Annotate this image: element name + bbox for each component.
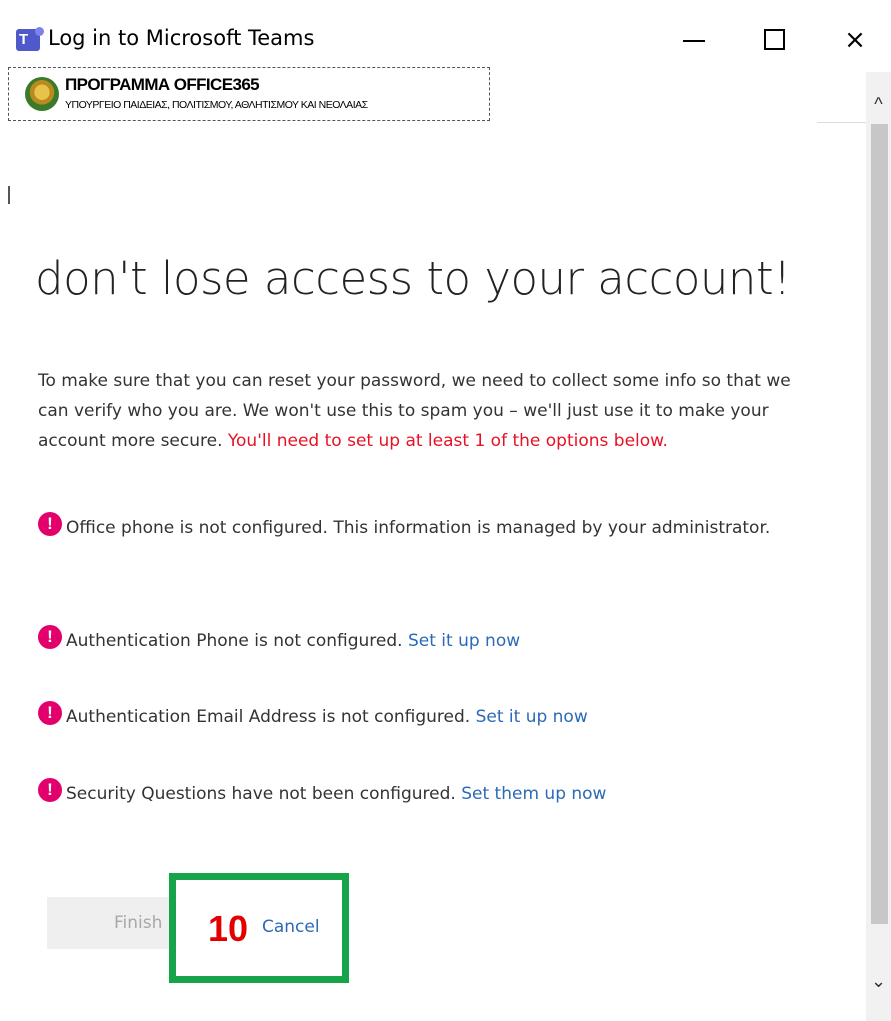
alert-icon: ! <box>38 778 62 802</box>
close-icon: × <box>844 25 866 55</box>
status-item-auth-email: ! Authentication Email Address is not con… <box>38 701 818 732</box>
setup-security-questions-link[interactable]: Set them up now <box>461 784 606 804</box>
maximize-button[interactable] <box>750 22 796 58</box>
teams-icon-letter: T <box>19 31 29 48</box>
status-item-auth-phone: ! Authentication Phone is not configured.… <box>38 625 818 656</box>
status-text: Office phone is not configured. This inf… <box>66 518 771 538</box>
intro-warning: You'll need to set up at least 1 of the … <box>227 431 668 451</box>
status-text: Authentication Email Address is not conf… <box>66 707 471 727</box>
scroll-down-icon[interactable]: ⌄ <box>866 967 891 995</box>
step-number-label: 10 <box>208 908 249 949</box>
step-highlight-box: 10 Cancel <box>169 873 349 983</box>
edge-divider <box>8 186 10 204</box>
page-title: don't lose access to your account! <box>35 252 791 305</box>
setup-auth-email-link[interactable]: Set it up now <box>476 707 588 727</box>
banner-subtitle: ΥΠΟΥΡΓΕΙΟ ΠΑΙΔΕΙΑΣ, ΠΟΛΙΤΙΣΜΟΥ, ΑΘΛΗΤΙΣΜ… <box>65 99 368 111</box>
divider <box>817 122 866 123</box>
teams-icon: T <box>16 27 44 51</box>
close-button[interactable]: × <box>832 22 878 58</box>
minimize-button[interactable] <box>670 22 716 58</box>
intro-text: To make sure that you can reset your pas… <box>38 366 818 456</box>
maximize-icon <box>764 29 785 50</box>
scroll-thumb[interactable] <box>871 124 888 924</box>
alert-icon: ! <box>38 701 62 725</box>
setup-auth-phone-link[interactable]: Set it up now <box>408 631 520 651</box>
status-item-security-questions: ! Security Questions have not been config… <box>38 778 818 809</box>
cancel-link[interactable]: Cancel <box>262 917 320 937</box>
alert-icon: ! <box>38 625 62 649</box>
banner-title: ΠΡΟΓΡΑΜΜΑ OFFICE365 <box>65 75 260 94</box>
status-text: Authentication Phone is not configured. <box>66 631 403 651</box>
scroll-up-icon[interactable]: ^ <box>866 90 891 118</box>
status-item-office-phone: ! Office phone is not configured. This in… <box>38 512 818 543</box>
status-text: Security Questions have not been configu… <box>66 784 456 804</box>
window-title: Log in to Microsoft Teams <box>48 26 315 50</box>
crest-logo-icon <box>25 77 59 111</box>
title-bar: T Log in to Microsoft Teams × <box>0 0 891 72</box>
minimize-icon <box>683 40 705 42</box>
vertical-scrollbar[interactable]: ^ ⌄ <box>866 72 891 1021</box>
teams-icon-dot <box>35 27 44 36</box>
alert-icon: ! <box>38 512 62 536</box>
org-banner: ΠΡΟΓΡΑΜΜΑ OFFICE365 ΥΠΟΥΡΓΕΙΟ ΠΑΙΔΕΙΑΣ, … <box>8 67 490 121</box>
